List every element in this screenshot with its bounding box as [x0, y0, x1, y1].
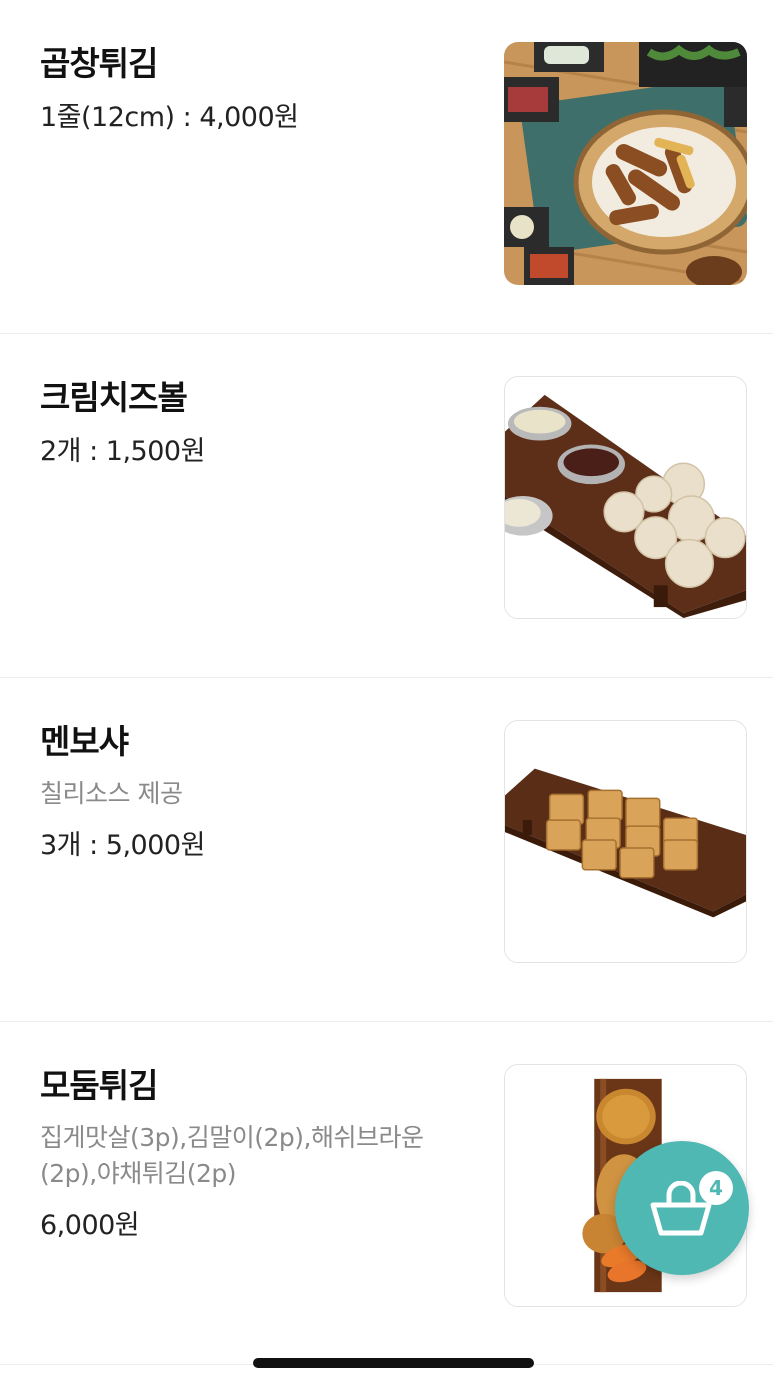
- menu-item-price: 1줄(12cm) : 4,000원: [40, 102, 299, 133]
- menbosha-photo[interactable]: [504, 720, 747, 963]
- menu-item-menbosha[interactable]: 멘보샤 칠리소스 제공 3개 : 5,000원: [0, 678, 773, 1022]
- menu-item-text: 곱창튀김 1줄(12cm) : 4,000원: [40, 42, 460, 138]
- fried-gopchang-photo[interactable]: [504, 42, 747, 285]
- menu-item-price: 2개 : 1,500원: [40, 436, 205, 467]
- menbosha-image: [505, 721, 746, 962]
- menu-item-price: 3개 : 5,000원: [40, 830, 205, 861]
- menu-item-text: 멘보샤 칠리소스 제공 3개 : 5,000원: [40, 720, 460, 866]
- cream-cheese-ball-photo[interactable]: [504, 376, 747, 619]
- menu-item-description: 칠리소스 제공: [40, 779, 183, 808]
- menu-item-gopchang-twigim[interactable]: 곱창튀김 1줄(12cm) : 4,000원: [0, 0, 773, 334]
- cart-count-badge: 4: [699, 1171, 733, 1205]
- home-indicator[interactable]: [253, 1358, 534, 1368]
- menu-item-text: 크림치즈볼 2개 : 1,500원: [40, 376, 460, 472]
- cart-button[interactable]: 4: [615, 1141, 749, 1275]
- menu-item-text: 모둠튀김 집게맛살(3p),김말이(2p),해쉬브라운(2p),야채튀김(2p)…: [40, 1064, 460, 1246]
- cream-cheese-ball-image: [505, 377, 746, 618]
- menu-item-name: 멘보샤: [40, 722, 129, 761]
- menu-item-cream-cheese-ball[interactable]: 크림치즈볼 2개 : 1,500원: [0, 334, 773, 678]
- menu-item-name: 크림치즈볼: [40, 378, 188, 417]
- menu-item-name: 모둠튀김: [40, 1066, 158, 1105]
- menu-item-description: 집게맛살(3p),김말이(2p),해쉬브라운(2p),야채튀김(2p): [40, 1123, 424, 1188]
- fried-gopchang-image: [504, 42, 747, 285]
- menu-item-name: 곱창튀김: [40, 44, 158, 83]
- menu-item-price: 6,000원: [40, 1210, 140, 1241]
